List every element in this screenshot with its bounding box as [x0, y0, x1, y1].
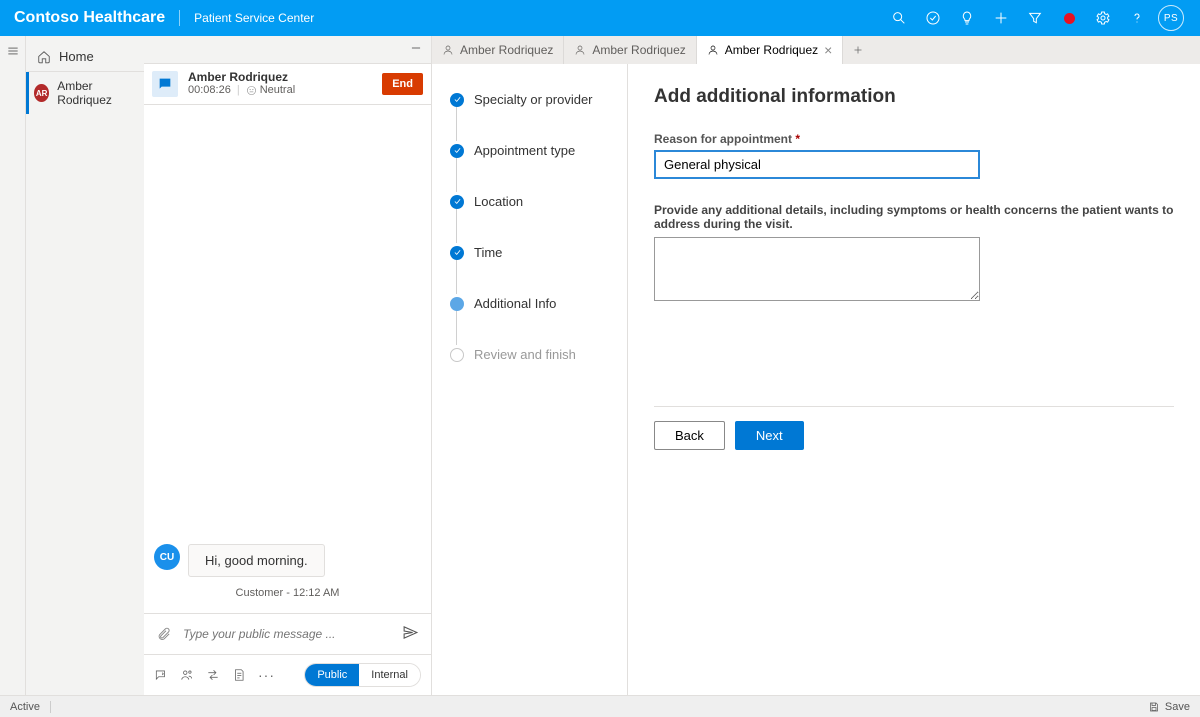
- step-done-icon: [450, 93, 464, 107]
- close-icon[interactable]: ×: [824, 43, 832, 57]
- person-icon: [442, 44, 454, 56]
- content-area: Amber Rodriquez Amber Rodriquez Amber Ro…: [432, 36, 1200, 695]
- save-icon: [1148, 701, 1160, 713]
- quick-reply-icon[interactable]: [154, 668, 168, 682]
- step-location[interactable]: Location: [450, 186, 617, 237]
- app-header: Contoso Healthcare Patient Service Cente…: [0, 0, 1200, 36]
- visibility-public[interactable]: Public: [305, 664, 359, 686]
- chat-message-input[interactable]: [181, 626, 392, 642]
- form-button-bar: Back Next: [654, 406, 1174, 450]
- end-chat-button[interactable]: End: [382, 73, 423, 95]
- more-actions-icon[interactable]: ···: [258, 667, 275, 683]
- person-icon: [707, 44, 719, 56]
- details-textarea[interactable]: [654, 237, 980, 301]
- user-avatar[interactable]: PS: [1156, 3, 1186, 33]
- chat-channel-icon: [152, 71, 178, 97]
- back-button[interactable]: Back: [654, 421, 725, 450]
- send-icon[interactable]: [402, 624, 419, 644]
- task-icon[interactable]: [918, 3, 948, 33]
- chat-footer: ··· Public Internal: [144, 654, 431, 695]
- chat-input-row: [144, 613, 431, 654]
- visibility-toggle[interactable]: Public Internal: [304, 663, 421, 687]
- tab-strip: Amber Rodriquez Amber Rodriquez Amber Ro…: [432, 36, 1200, 64]
- lightbulb-icon[interactable]: [952, 3, 982, 33]
- tab-label: Amber Rodriquez: [592, 43, 685, 57]
- step-done-icon: [450, 195, 464, 209]
- status-active: Active: [10, 701, 40, 713]
- message-meta: Customer - 12:12 AM: [154, 581, 421, 609]
- nav-home-label: Home: [59, 49, 94, 64]
- chat-timer: 00:08:26: [188, 84, 231, 97]
- step-additional-info[interactable]: Additional Info: [450, 288, 617, 339]
- person-icon: [574, 44, 586, 56]
- message-row: CU Hi, good morning.: [154, 544, 421, 577]
- save-button[interactable]: Save: [1148, 701, 1190, 713]
- chat-messages: CU Hi, good morning. Customer - 12:12 AM: [144, 105, 431, 613]
- step-time[interactable]: Time: [450, 237, 617, 288]
- transfer-icon[interactable]: [206, 668, 220, 682]
- reason-label: Reason for appointment *: [654, 132, 1174, 146]
- chat-customer-name: Amber Rodriquez: [188, 70, 372, 84]
- form-heading: Add additional information: [654, 86, 1174, 108]
- step-current-icon: [450, 297, 464, 311]
- sentiment-chip: Neutral: [246, 84, 295, 97]
- step-done-icon: [450, 144, 464, 158]
- add-icon[interactable]: [986, 3, 1016, 33]
- avatar: AR: [34, 84, 49, 102]
- tab-record-3[interactable]: Amber Rodriquez ×: [697, 36, 844, 64]
- presence-indicator[interactable]: [1054, 3, 1084, 33]
- nav-active-session[interactable]: AR Amber Rodriquez: [26, 72, 144, 114]
- help-icon[interactable]: [1122, 3, 1152, 33]
- details-label: Provide any additional details, includin…: [654, 203, 1174, 231]
- message-bubble: Hi, good morning.: [188, 544, 325, 577]
- left-rail: [0, 36, 26, 695]
- nav-session-name: Amber Rodriquez: [57, 79, 136, 107]
- tab-label: Amber Rodriquez: [460, 43, 553, 57]
- step-appointment-type[interactable]: Appointment type: [450, 135, 617, 186]
- step-specialty[interactable]: Specialty or provider: [450, 84, 617, 135]
- wizard-stepper: Specialty or provider Appointment type L…: [432, 64, 628, 695]
- attachment-icon[interactable]: [156, 627, 171, 642]
- notes-icon[interactable]: [232, 668, 246, 682]
- message-avatar: CU: [154, 544, 180, 570]
- nav-panel: Home AR Amber Rodriquez: [26, 36, 144, 695]
- app-subtitle: Patient Service Center: [194, 11, 314, 25]
- tab-record-1[interactable]: Amber Rodriquez: [432, 36, 564, 64]
- divider: [179, 10, 180, 26]
- tab-record-2[interactable]: Amber Rodriquez: [564, 36, 696, 64]
- consult-icon[interactable]: [180, 668, 194, 682]
- settings-icon[interactable]: [1088, 3, 1118, 33]
- next-button[interactable]: Next: [735, 421, 804, 450]
- filter-icon[interactable]: [1020, 3, 1050, 33]
- step-review[interactable]: Review and finish: [450, 339, 617, 370]
- visibility-internal[interactable]: Internal: [359, 664, 420, 686]
- neutral-face-icon: [246, 85, 257, 96]
- chat-panel: Amber Rodriquez 00:08:26 | Neutral End C…: [144, 36, 432, 695]
- new-tab-button[interactable]: [843, 36, 873, 64]
- step-pending-icon: [450, 348, 464, 362]
- step-done-icon: [450, 246, 464, 260]
- search-icon[interactable]: [884, 3, 914, 33]
- form-panel: Add additional information Reason for ap…: [628, 64, 1200, 695]
- menu-toggle-icon[interactable]: [6, 44, 20, 61]
- tab-label: Amber Rodriquez: [725, 43, 818, 57]
- status-bar: Active Save: [0, 695, 1200, 717]
- reason-input[interactable]: [654, 150, 980, 179]
- chat-header: Amber Rodriquez 00:08:26 | Neutral End: [144, 64, 431, 105]
- minimize-icon[interactable]: [409, 41, 423, 58]
- home-icon: [37, 50, 51, 64]
- app-title: Contoso Healthcare: [14, 9, 165, 27]
- nav-home[interactable]: Home: [26, 42, 144, 72]
